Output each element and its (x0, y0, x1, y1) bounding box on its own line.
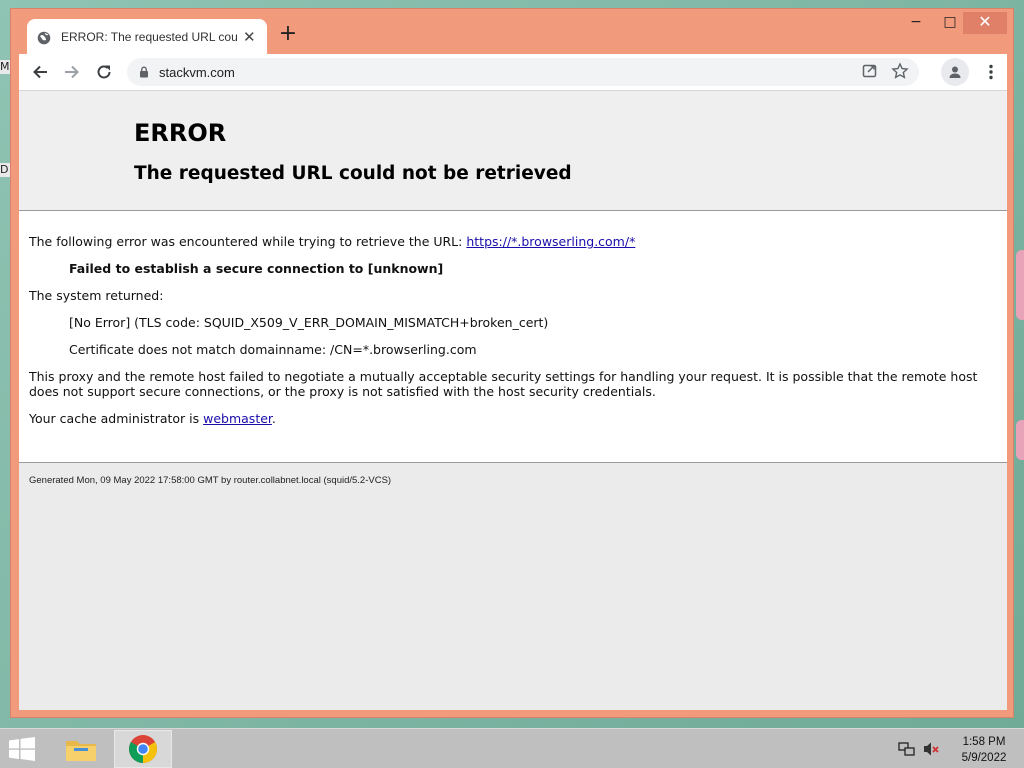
page-content: ERROR The requested URL could not be ret… (19, 90, 1007, 710)
profile-icon[interactable] (941, 58, 969, 86)
address-bar[interactable]: stackvm.com (127, 58, 919, 86)
back-arrow-icon[interactable] (25, 57, 55, 87)
star-icon[interactable] (891, 62, 909, 84)
explanation-text: This proxy and the remote host failed to… (29, 369, 978, 399)
share-icon[interactable] (861, 62, 879, 84)
page-title: ERROR (134, 119, 227, 147)
error-intro: The following error was encountered whil… (29, 234, 991, 249)
browser-toolbar: stackvm.com (19, 54, 1007, 90)
browser-window: ERROR: The requested URL could not be re… (10, 8, 1014, 718)
tls-code-message: [No Error] (TLS code: SQUID_X509_V_ERR_D… (69, 315, 549, 330)
error-body: The following error was encountered whil… (19, 211, 1007, 463)
page-subtitle: The requested URL could not be retrieved (134, 163, 572, 184)
minimize-button[interactable]: − (897, 12, 935, 34)
browser-tab[interactable]: ERROR: The requested URL could not be re… (27, 19, 267, 54)
desktop-wallpaper-shape (1016, 250, 1024, 320)
admin-suffix: . (271, 411, 276, 426)
requested-url-link[interactable]: https://*.browserling.com/* (466, 234, 635, 249)
reload-icon[interactable] (89, 57, 119, 87)
volume-muted-icon[interactable] (922, 740, 940, 758)
close-window-button[interactable]: ✕ (963, 12, 1007, 34)
failure-message: Failed to establish a secure connection … (69, 261, 444, 276)
globe-icon (37, 30, 51, 44)
forward-arrow-icon[interactable] (57, 57, 87, 87)
admin-prefix: Your cache administrator is (29, 411, 204, 426)
menu-kebab-icon[interactable] (979, 60, 1003, 84)
system-returned-label: The system returned: (29, 288, 164, 303)
desktop-wallpaper-shape (1016, 420, 1024, 460)
tab-title: ERROR: The requested URL could not be re… (61, 29, 237, 44)
admin-line: Your cache administrator is webmaster. (29, 411, 991, 426)
taskbar: 1:58 PM 5/9/2022 (0, 728, 1024, 768)
clock-time: 1:58 PM (962, 736, 1006, 748)
clock-date: 5/9/2022 (961, 752, 1007, 764)
error-header: ERROR The requested URL could not be ret… (19, 91, 1007, 211)
lock-icon[interactable] (139, 63, 149, 82)
desktop-icon-label[interactable]: D (0, 163, 10, 177)
certificate-message: Certificate does not match domainname: /… (69, 342, 477, 357)
close-tab-icon[interactable]: ✕ (243, 28, 256, 46)
new-tab-button[interactable]: + (277, 23, 299, 47)
desktop-icon-label[interactable]: M (0, 60, 10, 74)
file-explorer-icon[interactable] (52, 730, 110, 768)
windows-start-icon[interactable] (8, 737, 38, 761)
page-footer: Generated Mon, 09 May 2022 17:58:00 GMT … (29, 475, 392, 486)
webmaster-link[interactable]: webmaster (203, 411, 272, 426)
address-url[interactable]: stackvm.com (159, 65, 235, 80)
error-intro-text: The following error was encountered whil… (29, 234, 467, 249)
system-clock[interactable]: 1:58 PM 5/9/2022 (954, 734, 1014, 766)
network-icon[interactable] (898, 740, 916, 758)
chrome-icon[interactable] (114, 730, 172, 768)
